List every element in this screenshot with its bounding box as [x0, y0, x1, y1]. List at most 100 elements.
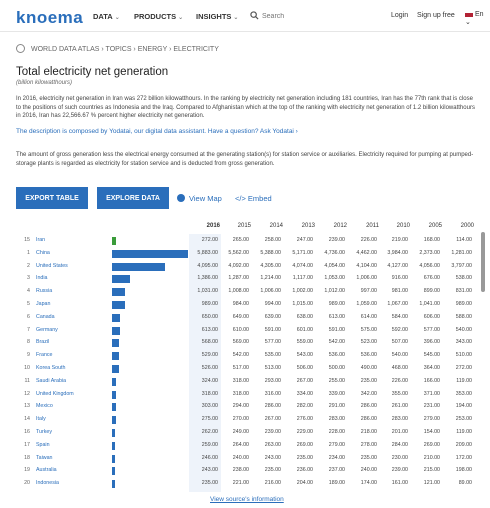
value-cell: 231.00 [423, 403, 440, 410]
value-cell: 226.00 [391, 377, 408, 384]
country-link[interactable]: Germany [36, 327, 58, 333]
value-cell: 318.00 [232, 377, 249, 384]
country-link[interactable]: Mexico [36, 403, 53, 409]
table-row: 4 Russia 1,031.00 1,008.00 1,006.00 1,002.00 1… [16, 285, 486, 298]
country-link[interactable]: United States [36, 263, 68, 269]
year-header-2011[interactable]: 2011 [349, 223, 379, 229]
value-cell: 4,074.00 [292, 262, 313, 269]
language-selector[interactable]: En ⌄ [465, 11, 490, 26]
country-link[interactable]: United Kingdom [36, 391, 74, 397]
rank-cell: 1 [27, 249, 30, 256]
rank-cell: 20 [24, 480, 30, 487]
source-info-link[interactable]: View source's information [210, 496, 284, 503]
country-link[interactable]: India [36, 275, 48, 281]
knoema-logo[interactable]: knoema [16, 8, 83, 28]
value-cell: 614.00 [360, 313, 377, 320]
login-link[interactable]: Login [391, 12, 408, 19]
value-bar [112, 288, 126, 297]
search-input[interactable] [262, 10, 352, 22]
value-cell: 239.00 [391, 467, 408, 474]
country-link[interactable]: Taiwan [36, 455, 53, 461]
value-cell: 916.00 [391, 275, 408, 282]
country-link[interactable]: France [36, 352, 53, 358]
signup-link[interactable]: Sign up free [417, 12, 455, 19]
value-cell: 168.00 [423, 237, 440, 243]
year-header-2016[interactable]: 2016 [190, 223, 220, 229]
country-link[interactable]: Canada [36, 314, 55, 320]
value-cell: 249.00 [232, 429, 249, 435]
value-cell: 166.00 [423, 377, 440, 384]
value-cell: 279.00 [328, 441, 345, 448]
value-cell: 119.00 [456, 429, 472, 435]
value-cell: 5,388.00 [260, 249, 281, 256]
breadcrumb[interactable]: WORLD DATA ATLAS › TOPICS › ENERGY › ELE… [16, 44, 219, 53]
value-cell: 4,092.00 [228, 262, 249, 269]
breadcrumb-text: WORLD DATA ATLAS › TOPICS › ENERGY › ELE… [31, 46, 219, 53]
value-cell: 282.00 [296, 403, 313, 410]
country-link[interactable]: Italy [36, 416, 46, 422]
table-scrollbar[interactable] [481, 232, 485, 292]
value-cell: 355.00 [391, 390, 408, 397]
year-header-2005[interactable]: 2005 [412, 223, 442, 229]
rank-cell: 18 [24, 454, 30, 461]
country-link[interactable]: Japan [36, 301, 50, 307]
embed-link[interactable]: </> Embed [235, 194, 272, 203]
value-cell: 269.00 [423, 441, 440, 448]
value-cell: 279.00 [423, 416, 440, 423]
country-link[interactable]: China [36, 250, 50, 256]
year-header-2012[interactable]: 2012 [317, 223, 347, 229]
value-cell: 216.00 [264, 480, 281, 487]
yodatai-link[interactable]: The description is composed by Yodatai, … [16, 128, 298, 135]
value-cell: 198.00 [455, 467, 472, 474]
view-map-link[interactable]: View Map [177, 194, 222, 203]
value-cell: 568.00 [201, 339, 218, 346]
value-cell: 318.00 [232, 390, 249, 397]
country-link[interactable]: Iran [36, 237, 45, 243]
explore-data-button[interactable]: EXPLORE DATA [97, 187, 169, 209]
value-bar [112, 352, 119, 361]
value-cell: 276.00 [296, 416, 313, 423]
value-bar [112, 454, 116, 463]
nav-data[interactable]: DATA ⌄ [93, 12, 120, 21]
flag-icon [465, 11, 473, 18]
value-bar [112, 390, 117, 399]
value-cell: 236.00 [296, 467, 313, 474]
value-cell: 1,031.00 [197, 288, 218, 295]
country-link[interactable]: Brazil [36, 339, 49, 345]
value-cell: 238.00 [232, 467, 249, 474]
value-cell: 267.00 [264, 416, 281, 423]
country-link[interactable]: Spain [36, 442, 50, 448]
page-subtitle: (billion kilowatthours) [16, 80, 73, 86]
rank-cell: 16 [24, 429, 30, 435]
country-link[interactable]: Saudi Arabia [36, 378, 66, 384]
value-cell: 253.00 [455, 416, 472, 423]
value-cell: 591.00 [328, 326, 345, 333]
nav-products[interactable]: PRODUCTS ⌄ [134, 12, 183, 21]
value-cell: 536.00 [360, 352, 377, 359]
year-header-2010[interactable]: 2010 [380, 223, 410, 229]
year-header-2014[interactable]: 2014 [253, 223, 283, 229]
value-cell: 286.00 [360, 416, 377, 423]
value-bar [112, 429, 116, 437]
country-link[interactable]: Turkey [36, 429, 52, 435]
value-bar [112, 237, 116, 245]
value-cell: 1,015.00 [292, 301, 313, 307]
year-header-2000[interactable]: 2000 [444, 223, 474, 229]
rank-cell: 19 [24, 467, 30, 474]
value-cell: 228.00 [328, 429, 345, 435]
nav-insights[interactable]: INSIGHTS ⌄ [196, 12, 238, 21]
country-link[interactable]: Indonesia [36, 480, 59, 486]
value-cell: 4,056.00 [419, 262, 440, 269]
value-cell: 1,214.00 [260, 275, 281, 282]
country-link[interactable]: Australia [36, 467, 57, 473]
year-header-2013[interactable]: 2013 [285, 223, 315, 229]
export-table-button[interactable]: EXPORT TABLE [16, 187, 88, 209]
value-bar [112, 377, 117, 386]
search-icon[interactable] [250, 11, 259, 20]
country-link[interactable]: Russia [36, 288, 52, 294]
value-cell: 189.00 [328, 480, 345, 487]
value-cell: 529.00 [201, 352, 218, 359]
country-link[interactable]: Korea South [36, 365, 65, 371]
year-header-2015[interactable]: 2015 [221, 223, 251, 229]
value-cell: 316.00 [264, 390, 281, 397]
